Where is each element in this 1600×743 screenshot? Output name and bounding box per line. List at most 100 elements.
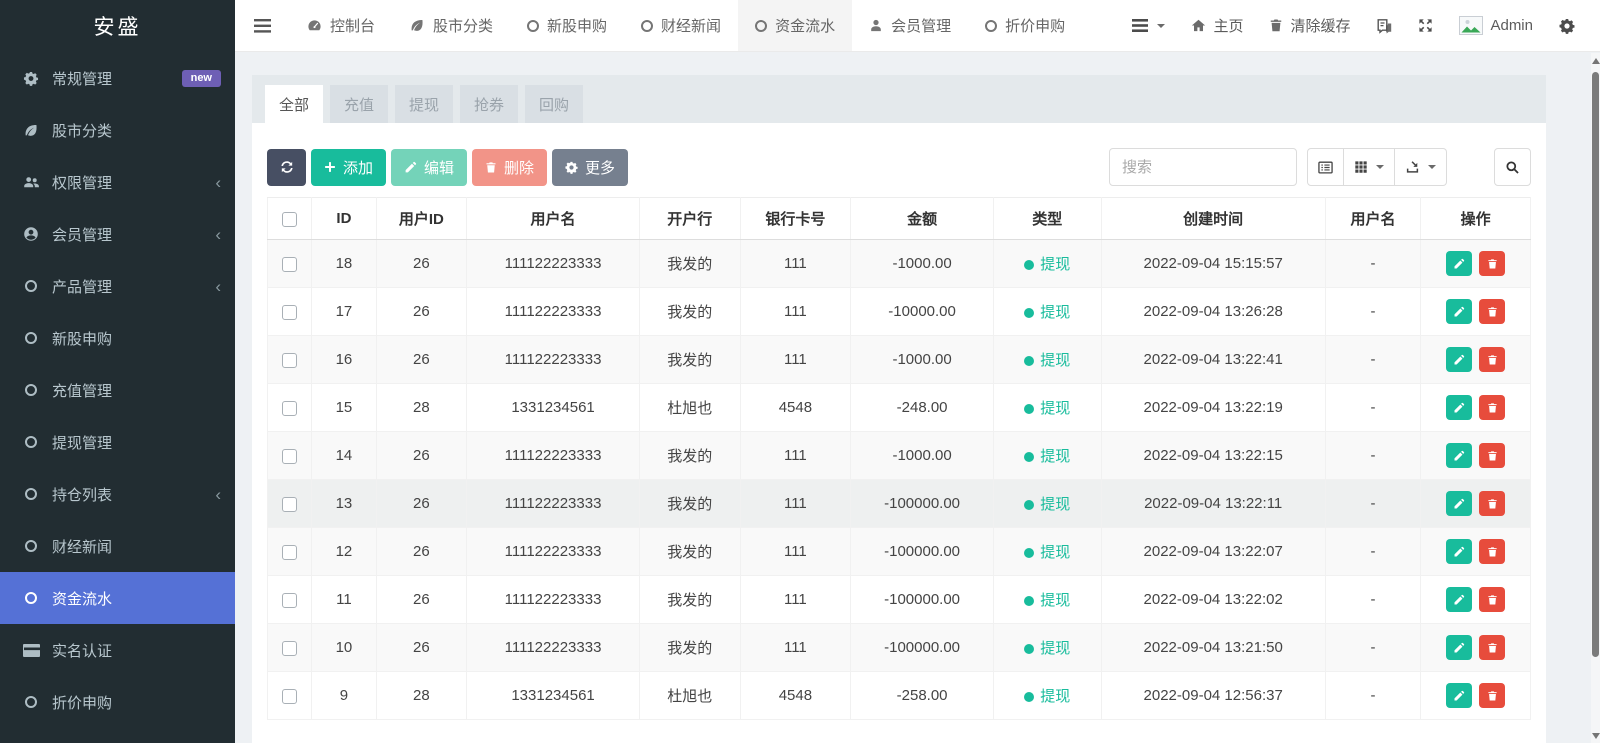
pencil-icon	[1453, 402, 1465, 414]
edit-row-button[interactable]	[1446, 443, 1472, 468]
columns-button[interactable]	[1344, 148, 1395, 186]
nav-tab-financial-news[interactable]: 财经新闻	[624, 0, 738, 51]
sidebar-item-recharge-management[interactable]: 充值管理	[0, 364, 235, 416]
user-menu-button[interactable]: Admin	[1446, 0, 1546, 52]
nav-tab-member-management[interactable]: 会员管理	[852, 0, 968, 51]
delete-row-button[interactable]	[1479, 635, 1505, 660]
delete-row-button[interactable]	[1479, 587, 1505, 612]
nav-tab-new-stock-subscription[interactable]: 新股申购	[510, 0, 624, 51]
nav-tab-funds-flow[interactable]: 资金流水	[738, 0, 852, 51]
row-checkbox[interactable]	[282, 257, 297, 272]
sidebar-item-discount-subscription[interactable]: 折价申购	[0, 676, 235, 728]
sidebar-item-real-name-verification[interactable]: 实名认证	[0, 624, 235, 676]
filter-tab-all[interactable]: 全部	[265, 85, 323, 123]
refresh-button[interactable]	[267, 149, 306, 186]
sidebar-item-product-management[interactable]: 产品管理‹	[0, 260, 235, 312]
trash-icon	[1487, 546, 1498, 558]
edit-row-button[interactable]	[1446, 587, 1472, 612]
trash-icon	[1487, 642, 1498, 654]
scroll-down-arrow[interactable]	[1592, 733, 1600, 739]
edit-button[interactable]: 编辑	[391, 149, 467, 186]
search-input[interactable]	[1109, 148, 1297, 186]
delete-row-button[interactable]	[1479, 683, 1505, 708]
fullscreen-button[interactable]	[1405, 0, 1446, 52]
table-header-row: ID用户ID用户名开户行银行卡号金额类型创建时间用户名操作	[268, 198, 1531, 240]
filter-tab-buyback[interactable]: 回购	[525, 85, 583, 123]
delete-row-button[interactable]	[1479, 299, 1505, 324]
sidebar-item-general-management[interactable]: 常规管理new	[0, 52, 235, 104]
delete-button[interactable]: 删除	[472, 149, 547, 186]
cell-created-at: 2022-09-04 12:56:37	[1101, 672, 1325, 720]
edit-row-button[interactable]	[1446, 539, 1472, 564]
scrollbar-thumb[interactable]	[1592, 72, 1599, 657]
row-checkbox[interactable]	[282, 449, 297, 464]
table-row: 1726111122223333我发的111-10000.00提现2022-09…	[268, 288, 1531, 336]
nav-tab-discount-subscription[interactable]: 折价申购	[968, 0, 1082, 51]
row-checkbox[interactable]	[282, 305, 297, 320]
row-checkbox[interactable]	[282, 689, 297, 704]
sidebar-toggle-button[interactable]	[235, 0, 290, 51]
sidebar-item-permission-management[interactable]: 权限管理‹	[0, 156, 235, 208]
export-icon	[1405, 160, 1420, 175]
pencil-icon	[1453, 642, 1465, 654]
more-button[interactable]: 更多	[552, 149, 628, 186]
add-button[interactable]: 添加	[311, 149, 386, 186]
edit-row-button[interactable]	[1446, 251, 1472, 276]
filter-tab-recharge[interactable]: 充值	[330, 85, 388, 123]
delete-row-button[interactable]	[1479, 395, 1505, 420]
edit-row-button[interactable]	[1446, 635, 1472, 660]
sidebar-item-position-list[interactable]: 持仓列表‹	[0, 468, 235, 520]
row-checkbox[interactable]	[282, 497, 297, 512]
scroll-up-arrow[interactable]	[1592, 58, 1600, 64]
home-button[interactable]: 主页	[1178, 0, 1256, 52]
cell-bank: 杜旭也	[640, 672, 741, 720]
open-tabs-menu-button[interactable]	[1119, 0, 1178, 52]
table-row: 9281331234561杜旭也4548-258.00提现2022-09-04 …	[268, 672, 1531, 720]
delete-row-button[interactable]	[1479, 539, 1505, 564]
cell-actions	[1421, 336, 1531, 384]
select-all-checkbox[interactable]	[282, 212, 297, 227]
cell-username2: -	[1325, 480, 1421, 528]
delete-row-button[interactable]	[1479, 347, 1505, 372]
users-icon	[19, 175, 43, 189]
sidebar-item-funds-flow[interactable]: 资金流水	[0, 572, 235, 624]
edit-row-button[interactable]	[1446, 299, 1472, 324]
sidebar-item-withdrawal-management[interactable]: 提现管理	[0, 416, 235, 468]
row-checkbox[interactable]	[282, 593, 297, 608]
vertical-scrollbar[interactable]	[1591, 53, 1600, 743]
filter-tab-withdraw[interactable]: 提现	[395, 85, 453, 123]
status-dot-icon	[1024, 356, 1034, 366]
toggle-view-button[interactable]	[1307, 148, 1344, 186]
cell-amount: -100000.00	[851, 528, 994, 576]
filter-tab-label: 抢券	[474, 94, 504, 115]
delete-row-button[interactable]	[1479, 251, 1505, 276]
row-checkbox[interactable]	[282, 545, 297, 560]
row-checkbox[interactable]	[282, 641, 297, 656]
row-checkbox[interactable]	[282, 353, 297, 368]
clear-cache-button[interactable]: 清除缓存	[1256, 0, 1363, 52]
language-button[interactable]	[1363, 0, 1405, 52]
edit-row-button[interactable]	[1446, 347, 1472, 372]
delete-row-button[interactable]	[1479, 491, 1505, 516]
sidebar-item-label: 股市分类	[52, 120, 112, 141]
sidebar-item-financial-news[interactable]: 财经新闻	[0, 520, 235, 572]
edit-row-button[interactable]	[1446, 491, 1472, 516]
delete-row-button[interactable]	[1479, 443, 1505, 468]
sidebar-item-label: 财经新闻	[52, 536, 112, 557]
filter-tab-coupon[interactable]: 抢券	[460, 85, 518, 123]
edit-row-button[interactable]	[1446, 683, 1472, 708]
export-button[interactable]	[1395, 148, 1447, 186]
sidebar-item-stock-categories[interactable]: 股市分类	[0, 104, 235, 156]
nav-tab-stock-categories[interactable]: 股市分类	[392, 0, 510, 51]
edit-row-button[interactable]	[1446, 395, 1472, 420]
settings-button[interactable]	[1546, 0, 1588, 52]
pencil-icon	[1453, 450, 1465, 462]
nav-tab-dashboard[interactable]: 控制台	[290, 0, 392, 51]
sidebar-item-new-stock-subscription[interactable]: 新股申购	[0, 312, 235, 364]
search-button[interactable]	[1494, 148, 1531, 186]
nav-tab-label: 资金流水	[775, 15, 835, 36]
row-select-cell	[268, 240, 312, 288]
sidebar-item-member-management[interactable]: 会员管理‹	[0, 208, 235, 260]
status-dot-icon	[1024, 692, 1034, 702]
row-checkbox[interactable]	[282, 401, 297, 416]
